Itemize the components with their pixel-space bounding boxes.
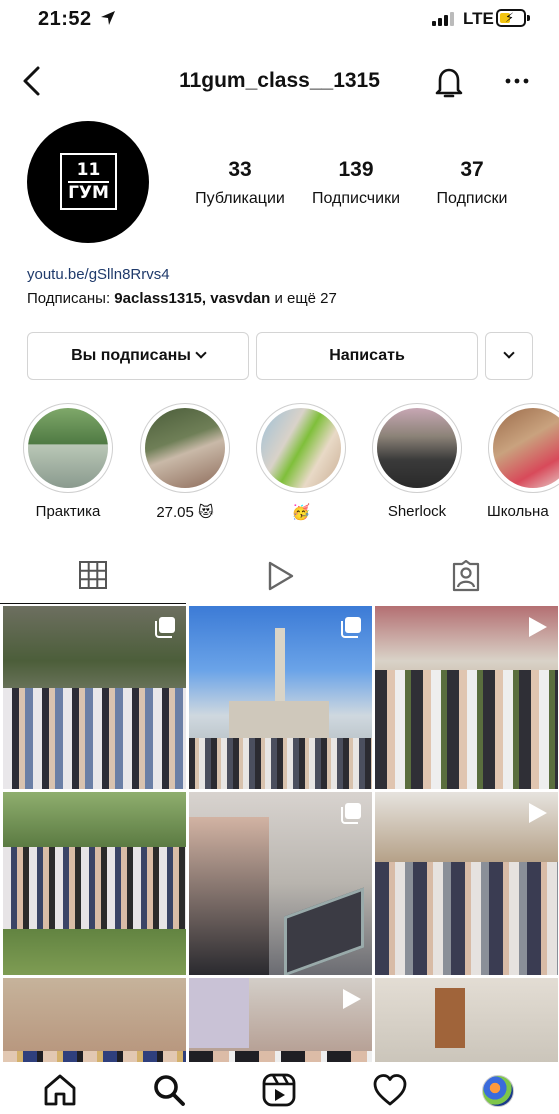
following-button[interactable]: Вы подписаны <box>27 332 249 380</box>
posts-grid <box>3 606 559 1114</box>
status-time: 21:52 <box>38 8 92 30</box>
suggested-accounts-button[interactable] <box>485 332 533 380</box>
following-button-label: Вы подписаны <box>71 347 191 364</box>
profile-username: 11gum_class__1315 <box>179 69 380 92</box>
highlight-item[interactable]: Школьна <box>485 403 559 520</box>
followed-by-prefix: Подписаны: <box>27 290 111 307</box>
battery-icon: ⚡ <box>496 9 526 27</box>
video-icon <box>529 617 547 637</box>
message-button[interactable]: Написать <box>256 332 478 380</box>
avatar-logo-line1: 11 <box>76 160 101 180</box>
post-thumbnail[interactable] <box>375 606 558 789</box>
post-thumbnail[interactable] <box>189 792 372 975</box>
highlight-item[interactable]: Практика <box>20 403 116 520</box>
stat-posts[interactable]: 33 Публикации <box>182 158 298 208</box>
tab-tagged[interactable] <box>372 550 558 602</box>
reels-icon[interactable] <box>261 1072 297 1108</box>
bell-icon[interactable] <box>432 64 466 100</box>
followed-by-names: 9aclass1315, vasvdan <box>114 290 271 307</box>
message-button-label: Написать <box>329 347 405 364</box>
highlight-label: Школьна <box>487 503 549 520</box>
followed-by[interactable]: Подписаны: 9aclass1315, vasvdan и ещё 27 <box>27 290 337 307</box>
stat-following-label: Подписки <box>436 190 508 207</box>
profile-avatar-icon[interactable] <box>482 1075 514 1107</box>
tab-reels[interactable] <box>186 550 372 602</box>
profile-tabs <box>0 550 559 604</box>
video-icon <box>343 989 361 1009</box>
stat-followers[interactable]: 139 Подписчики <box>298 158 414 208</box>
highlight-label: Практика <box>35 503 101 520</box>
play-icon <box>268 561 294 591</box>
tab-grid[interactable] <box>0 550 186 604</box>
stat-followers-count: 139 <box>338 158 374 181</box>
status-bar: 21:52 LTE ⚡ <box>0 0 559 40</box>
highlight-item[interactable]: 🥳 <box>253 403 349 521</box>
heart-icon[interactable] <box>372 1072 408 1108</box>
avatar-logo-line2: ГУМ <box>68 183 109 203</box>
profile-header: 11gum_class__1315 <box>0 58 559 104</box>
home-icon[interactable] <box>42 1072 78 1108</box>
post-thumbnail[interactable] <box>3 792 186 975</box>
post-thumbnail[interactable] <box>375 792 558 975</box>
stat-following-count: 37 <box>460 158 484 181</box>
story-highlights: Практика 27.05 😻 🥳 Sherlock Школьна <box>0 403 559 528</box>
carousel-icon <box>341 803 361 824</box>
chevron-down-icon <box>195 347 207 359</box>
carousel-icon <box>341 617 361 638</box>
post-thumbnail[interactable] <box>3 606 186 789</box>
stat-followers-label: Подписчики <box>311 190 400 207</box>
tagged-person-icon <box>452 560 480 592</box>
profile-stats: 33 Публикации 139 Подписчики 37 Подписки <box>182 158 532 208</box>
signal-icon <box>432 12 454 26</box>
bio-link[interactable]: youtu.be/gSlln8Rrvs4 <box>27 266 170 283</box>
grid-icon <box>79 561 107 589</box>
location-arrow-icon <box>101 11 115 25</box>
more-options-icon[interactable] <box>502 66 532 96</box>
stat-posts-count: 33 <box>228 158 252 181</box>
stat-posts-label: Публикации <box>195 190 285 207</box>
avatar-logo: 11 ГУМ <box>60 153 117 210</box>
stat-following[interactable]: 37 Подписки <box>414 158 530 208</box>
battery-cap <box>527 15 530 21</box>
highlight-label: 🥳 <box>291 504 311 521</box>
followed-by-suffix: и ещё 27 <box>274 290 337 307</box>
highlight-item[interactable]: Sherlock <box>369 403 465 520</box>
post-thumbnail[interactable] <box>189 606 372 789</box>
highlight-label: 27.05 😻 <box>156 504 214 521</box>
carousel-icon <box>155 617 175 638</box>
network-label: LTE <box>463 9 494 28</box>
profile-avatar[interactable]: 11 ГУМ <box>27 121 149 243</box>
highlight-label: Sherlock <box>387 503 447 520</box>
highlight-item[interactable]: 27.05 😻 <box>137 403 233 521</box>
video-icon <box>529 803 547 823</box>
search-icon[interactable] <box>151 1072 187 1108</box>
chevron-down-icon <box>503 347 515 359</box>
bottom-nav <box>0 1062 559 1114</box>
